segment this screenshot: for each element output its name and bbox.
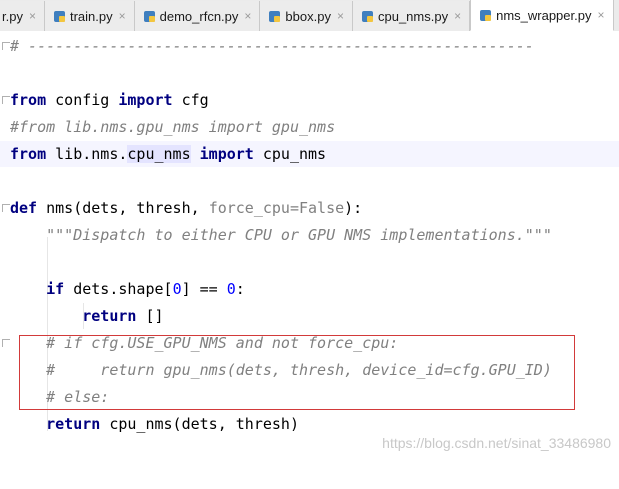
close-icon[interactable]: × [29,9,36,23]
close-icon[interactable]: × [454,9,461,23]
tab-label: cpu_nms.py [377,8,449,24]
close-icon[interactable]: × [597,8,604,22]
close-icon[interactable]: × [337,9,344,23]
tab-label: train.py [69,8,113,24]
editor-tab-bar: r.py × train.py × demo_rfcn.py × bbox.py… [0,0,619,32]
highlight-box [19,335,575,410]
code-line-15: return cpu_nms(dets, thresh) [46,415,299,433]
tab-label: bbox.py [285,8,331,24]
tab-cpu-nms-py[interactable]: cpu_nms.py × [352,1,471,31]
watermark: https://blog.csdn.net/sinat_33486980 [382,435,611,451]
tab-bbox-py[interactable]: bbox.py × [260,1,353,31]
code-line-3: from config import cfg [10,91,209,109]
python-file-icon [361,10,374,23]
tab-label: demo_rfcn.py [159,8,239,24]
code-line-10: if dets.shape[0] == 0: [46,280,245,298]
tab-label: nms_wrapper.py [496,7,592,23]
code-line-7: def nms(dets, thresh, force_cpu=False): [10,199,363,217]
highlighted-word: cpu_nms [127,145,191,163]
python-file-icon [479,9,492,22]
code-line-8: """Dispatch to either CPU or GPU NMS imp… [10,226,552,244]
code-line-5: from lib.nms.cpu_nms import cpu_nms [0,141,619,167]
tab-r-py[interactable]: r.py × [0,1,45,31]
tab-label: r.py [2,8,23,24]
close-icon[interactable]: × [119,9,126,23]
python-file-icon [53,10,66,23]
close-icon[interactable]: × [244,9,251,23]
python-file-icon [268,10,281,23]
tab-nms-wrapper-py[interactable]: nms_wrapper.py × [470,0,614,31]
python-file-icon [143,10,156,23]
tab-train-py[interactable]: train.py × [44,1,135,31]
code-line-4: #from lib.nms.gpu_nms import gpu_nms [10,118,336,136]
code-line-1: # --------------------------------------… [10,37,534,55]
code-line-11: return [] [82,307,164,325]
tab-demo-rfcn-py[interactable]: demo_rfcn.py × [134,1,261,31]
